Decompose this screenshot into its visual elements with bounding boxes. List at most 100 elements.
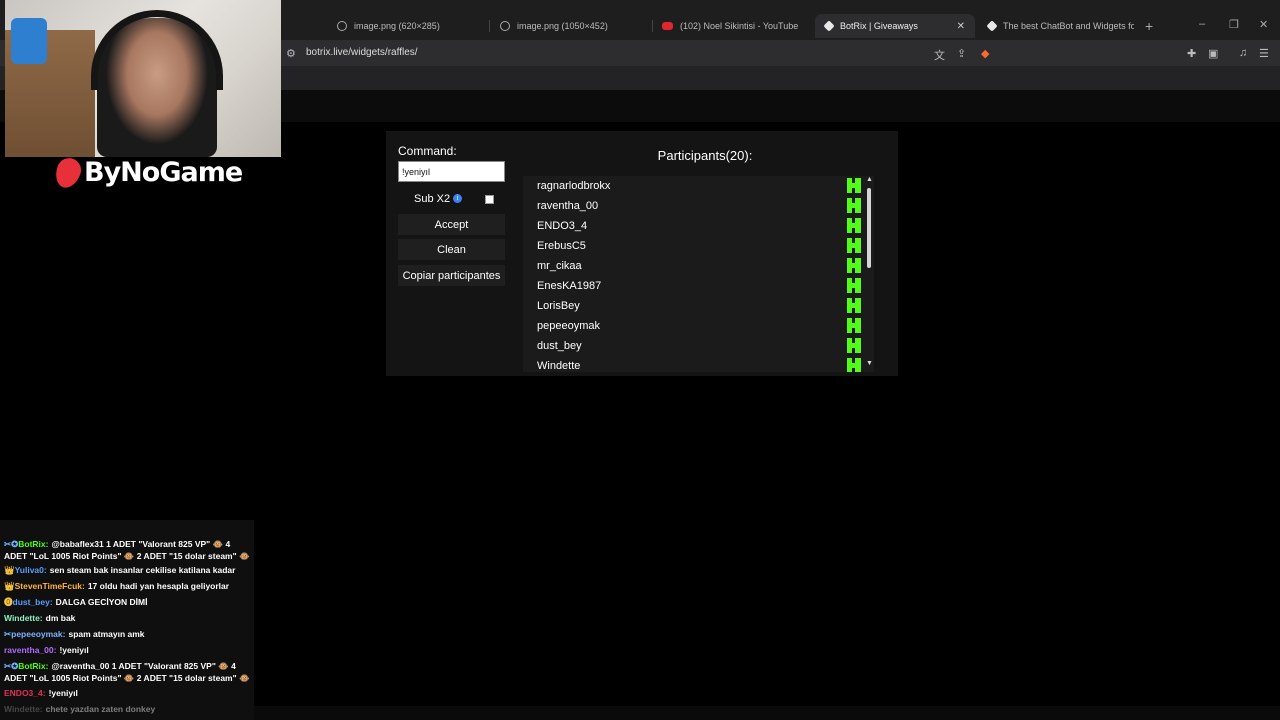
logo-text: ByNoGame [84, 157, 243, 188]
chat-text: sen steam bak insanlar cekilise katilana… [49, 565, 236, 575]
chat-text: 17 oldu hadi yan hesapla geliyorlar [87, 581, 230, 591]
chat-text: !yeniyıl [59, 645, 89, 655]
close-tab-icon[interactable]: ✕ [957, 21, 965, 32]
chat-fade [0, 520, 254, 534]
participant-name: mr_cikaa [537, 260, 582, 272]
kick-icon [847, 298, 861, 313]
media-icon[interactable]: ♫ [1239, 47, 1247, 59]
participant-row: Windette [523, 356, 864, 372]
kick-icon [847, 218, 861, 233]
translate-icon[interactable]: 文 [934, 47, 945, 63]
chat-text: DALGA GECİYON DİMİ [55, 597, 148, 607]
chat-username: raventha_00: [4, 645, 57, 655]
participant-name: raventha_00 [537, 200, 599, 212]
chat-message: 👑Yuliva0: sen steam bak insanlar cekilise… [4, 564, 250, 576]
close-window-button[interactable]: ✕ [1259, 18, 1268, 31]
tab-botrix-home[interactable]: The best ChatBot and Widgets for K [978, 14, 1134, 38]
tab-image-1050[interactable]: image.png (1050×452) [490, 14, 650, 38]
participant-row: LorisBey [523, 296, 864, 316]
sub-x2-row: Sub X2 i [398, 193, 505, 207]
gift-badge-icon: ⓿ [4, 597, 13, 607]
command-input[interactable] [398, 161, 505, 182]
tab-botrix-giveaways[interactable]: BotRix | Giveaways ✕ [815, 14, 975, 38]
webcam-feed [5, 0, 281, 157]
minimize-button[interactable]: – [1199, 18, 1205, 30]
chat-username: dust_bey: [12, 597, 53, 607]
share-icon[interactable]: ⇪ [957, 47, 966, 60]
site-settings-icon[interactable]: ⚙ [286, 47, 296, 60]
participant-row: raventha_00 [523, 196, 864, 216]
tab-title: The best ChatBot and Widgets for K [1003, 21, 1134, 31]
participants-scrollbar[interactable]: ▲ ▼ [864, 176, 874, 372]
kick-icon [847, 178, 861, 193]
chat-text: spam atmayın amk [68, 629, 145, 639]
chat-username: Windette: [4, 704, 43, 714]
info-icon[interactable]: i [453, 194, 462, 203]
kick-icon [847, 258, 861, 273]
footer-bar [254, 706, 1280, 720]
kick-icon [847, 338, 861, 353]
extensions-icon[interactable]: ✚ [1187, 47, 1196, 60]
menu-icon[interactable]: ☰ [1259, 47, 1269, 60]
scroll-up-icon[interactable]: ▲ [866, 176, 873, 183]
tab-title: image.png (1050×452) [517, 21, 608, 31]
chat-message: 👑StevenTimeFcuk: 17 oldu hadi yan hesapla… [4, 580, 250, 592]
accept-button[interactable]: Accept [398, 214, 505, 235]
screen: image.png (620×285) image.png (1050×452)… [0, 0, 1280, 720]
brave-shield-icon[interactable]: ◆ [981, 47, 989, 60]
participant-name: EnesKA1987 [537, 280, 602, 292]
chat-username: Yuliva0: [14, 565, 47, 575]
sub-x2-checkbox[interactable] [485, 195, 494, 204]
chat-message: ENDO3_4: !yeniyıl [4, 687, 250, 699]
participants-list[interactable]: ragnarlodbrokx raventha_00 ENDO3_4 Erebu… [523, 176, 874, 372]
globe-icon [337, 21, 347, 31]
tab-image-620[interactable]: image.png (620×285) [327, 14, 485, 38]
participant-name: ragnarlodbrokx [537, 180, 611, 192]
scroll-down-icon[interactable]: ▼ [866, 360, 873, 367]
participant-row: ragnarlodbrokx [523, 176, 864, 196]
stream-chat: ✂✪BotRix: @babaflex31 1 ADET "Valorant 82… [0, 520, 254, 720]
sub-x2-label: Sub X2 [414, 193, 451, 205]
tab-title: (102) Noel Sikintisi - YouTube [680, 21, 799, 31]
water-jug [11, 18, 47, 64]
chat-username: pepeeoymak: [11, 629, 66, 639]
kick-icon [847, 238, 861, 253]
crown-badge-icon: 👑 [4, 565, 15, 575]
participants-title: Participants(20): [657, 148, 753, 163]
url-text[interactable]: botrix.live/widgets/raffles/ [306, 47, 418, 58]
scrollbar-thumb[interactable] [867, 188, 871, 268]
tab-youtube[interactable]: (102) Noel Sikintisi - YouTube [652, 14, 812, 38]
chat-username: BotRix: [18, 661, 49, 671]
chat-username: ENDO3_4: [4, 688, 46, 698]
participant-row: EnesKA1987 [523, 276, 864, 296]
copy-participants-button[interactable]: Copiar participantes [398, 265, 505, 286]
chat-message: Windette: chete yazdan zaten donkey [4, 703, 250, 715]
chat-message: ✂✪BotRix: @raventha_00 1 ADET "Valorant 8… [4, 660, 250, 684]
participant-name: Windette [537, 360, 581, 372]
participant-name: LorisBey [537, 300, 580, 312]
participant-name: ENDO3_4 [537, 220, 588, 232]
chat-text: chete yazdan zaten donkey [45, 704, 156, 714]
participant-row: mr_cikaa [523, 256, 864, 276]
maximize-button[interactable]: ❐ [1229, 18, 1239, 31]
mod-badge-icon: ✂✪ [4, 539, 19, 549]
clean-button[interactable]: Clean [398, 239, 505, 260]
chat-text: dm bak [45, 613, 76, 623]
new-tab-button[interactable]: + [1145, 18, 1153, 34]
sidebar-icon[interactable]: ▣ [1208, 47, 1218, 60]
sponsor-logo: ByNoGame [51, 154, 243, 191]
bynogame-logo-icon [51, 154, 85, 191]
chat-username: StevenTimeFcuk: [14, 581, 85, 591]
chat-message: ⓿dust_bey: DALGA GECİYON DİMİ [4, 596, 250, 608]
participant-name: dust_bey [537, 340, 582, 352]
headphones [91, 10, 223, 90]
participant-row: ENDO3_4 [523, 216, 864, 236]
participant-name: pepeeoymak [537, 320, 600, 332]
youtube-icon [662, 22, 673, 30]
chat-username: BotRix: [18, 539, 49, 549]
kick-icon [847, 278, 861, 293]
chat-message: Windette: dm bak [4, 612, 250, 624]
participant-row: ErebusC5 [523, 236, 864, 256]
mod-badge-icon: ✂✪ [4, 661, 19, 671]
chat-text: !yeniyıl [48, 688, 78, 698]
